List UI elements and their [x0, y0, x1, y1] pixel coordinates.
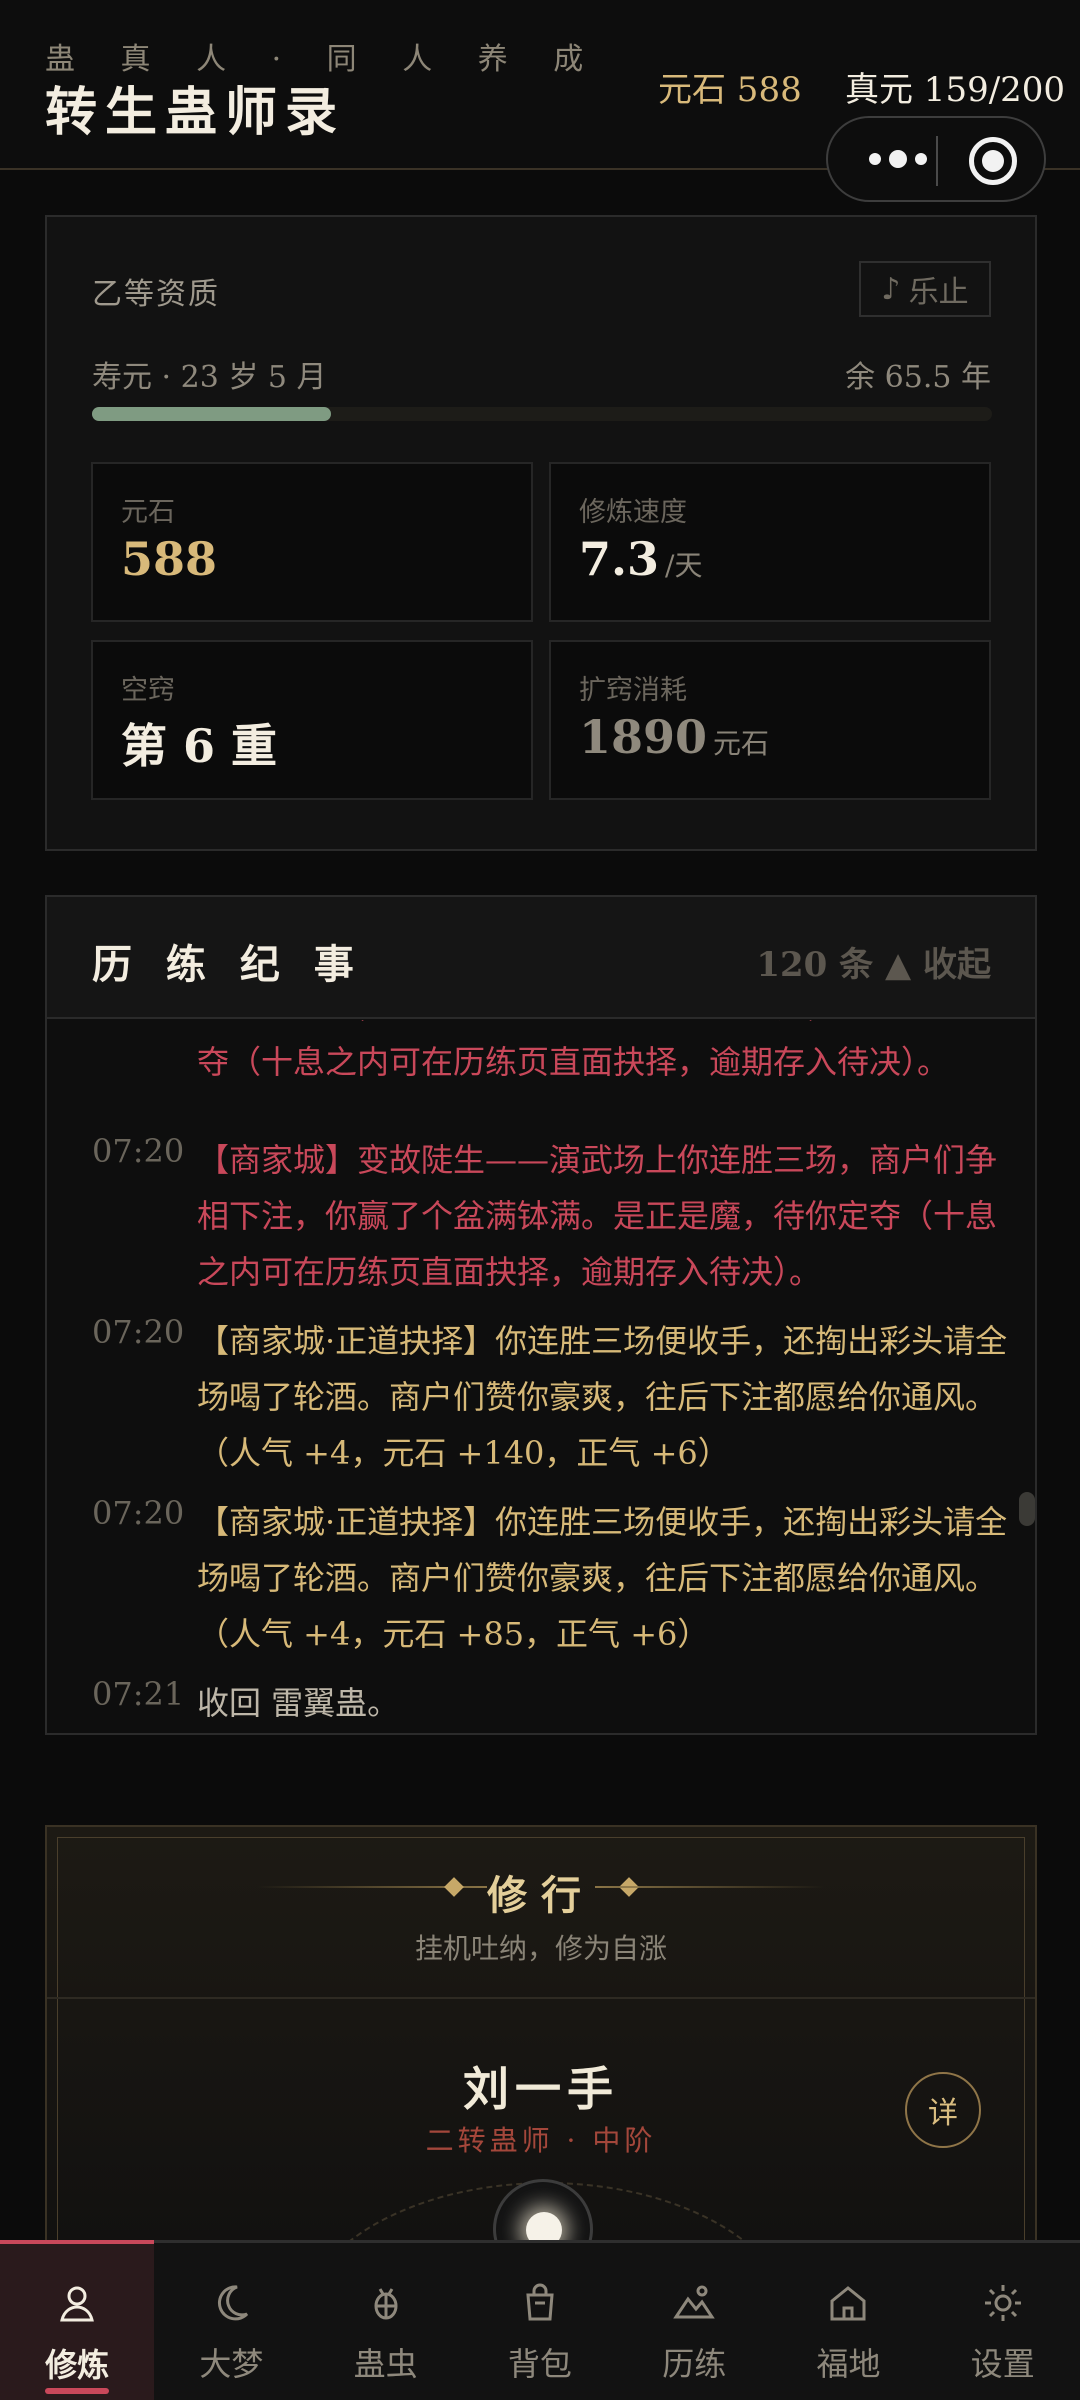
detail-button[interactable]: 详 — [905, 2072, 981, 2148]
stat-label: 空窍 — [121, 675, 175, 706]
gear-icon — [984, 2285, 1021, 2321]
music-button-label: 乐止 — [908, 275, 969, 310]
bottom-tab-bar: 修炼 大梦 蛊虫 背包 历练 福地 设置 — [0, 2240, 1080, 2400]
log-time: 07:20 — [92, 1132, 185, 1170]
tab-dream[interactable]: 大梦 — [154, 2243, 308, 2400]
status-card: 乙等资质 ♪ 乐止 寿元 · 23 岁 5 月 余 65.5 年 元石 588 … — [45, 215, 1037, 851]
tab-label: 修炼 — [45, 2346, 110, 2384]
stone-counter: 元石 588 — [658, 70, 802, 110]
bag-icon — [526, 2283, 554, 2321]
zhenyuan-counter: 真元 159/200 — [845, 70, 1066, 110]
log-text: 们争相下注，你赢了个盆满钵满。是正是魔，待你定夺（十息之内可在历练页直面抉择，逾… — [197, 1020, 950, 1081]
tab-label: 历练 — [662, 2345, 727, 2383]
stat-box-expand-cost[interactable]: 扩窍消耗 1890 元石 — [549, 640, 991, 800]
cultivation-card: 修行 挂机吐纳，修为自涨 刘一手 二转蛊师 · 中阶 详 — [45, 1825, 1037, 2245]
stat-box-stones: 元石 588 — [91, 462, 533, 622]
tab-label: 大梦 — [199, 2345, 264, 2383]
character-name: 刘一手 — [463, 2062, 619, 2116]
home-icon — [830, 2286, 866, 2321]
log-text: 【商家城·正道抉择】你连胜三场便收手，还掏出彩头请全场喝了轮酒。商户们赞你豪爽，… — [197, 1322, 1008, 1472]
mountain-icon — [673, 2285, 715, 2319]
log-scrollbar[interactable] — [1019, 1492, 1035, 1526]
tab-label: 背包 — [507, 2345, 572, 2383]
stat-value: 7.3/天 — [579, 532, 703, 586]
active-tab-indicator — [45, 2388, 109, 2394]
stat-box-speed: 修炼速度 7.3/天 — [549, 462, 991, 622]
miniapp-capsule — [826, 116, 1046, 202]
more-icon[interactable] — [858, 144, 938, 174]
stat-label: 元石 — [121, 497, 175, 528]
tab-settings[interactable]: 设置 — [926, 2243, 1080, 2400]
log-text: 【商家城】变故陡生——演武场上你连胜三场，商户们争相下注，你赢了个盆满钵满。是正… — [197, 1141, 998, 1291]
log-text: 收回 雷翼蛊。 — [197, 1684, 400, 1722]
log-header: 历 练 纪 事 120 条 ▲ 收起 — [47, 897, 1035, 1019]
tab-label: 蛊虫 — [353, 2345, 418, 2383]
tab-cultivate[interactable]: 修炼 — [0, 2240, 155, 2400]
moon-icon — [218, 2285, 249, 2321]
stat-value: 第 6 重 — [121, 719, 278, 773]
lifespan-progress-fill — [92, 407, 331, 421]
cultivation-title: 修行 — [487, 1872, 595, 1919]
log-time: 07:21 — [92, 1675, 185, 1713]
bug-icon — [374, 2288, 398, 2320]
tab-adventure[interactable]: 历练 — [617, 2243, 771, 2400]
log-text: 【商家城·正道抉择】你连胜三场便收手，还掏出彩头请全场喝了轮酒。商户们赞你豪爽，… — [197, 1503, 1008, 1653]
music-note-icon: ♪ — [881, 271, 901, 307]
cultivation-subtitle: 挂机吐纳，修为自涨 — [414, 1932, 667, 1965]
music-toggle-button[interactable]: ♪ 乐止 — [859, 261, 991, 317]
tab-label: 福地 — [816, 2345, 881, 2383]
stat-label: 修炼速度 — [579, 497, 687, 528]
tab-label: 设置 — [970, 2345, 1035, 2383]
stat-value: 1890 元石 — [579, 710, 770, 764]
app-title: 转生蛊师录 — [45, 82, 346, 143]
divider — [47, 1997, 1035, 1999]
log-scroll-area[interactable]: 们争相下注，你赢了个盆满钵满。是正是魔，待你定夺（十息之内可在历练页直面抉择，逾… — [47, 1020, 1035, 1733]
character-rank: 二转蛊师 · 中阶 — [425, 2124, 657, 2157]
remaining-lifespan: 余 65.5 年 — [845, 360, 991, 395]
capsule-divider — [936, 136, 938, 186]
log-collapse-toggle[interactable]: 120 条 ▲ 收起 — [756, 937, 991, 986]
close-miniapp-icon[interactable] — [969, 137, 1017, 185]
tab-bag[interactable]: 背包 — [463, 2243, 617, 2400]
stat-label: 扩窍消耗 — [579, 675, 687, 706]
log-title: 历 练 纪 事 — [92, 941, 364, 988]
lifespan-label: 寿元 · 23 岁 5 月 — [92, 360, 327, 395]
lifespan-progress-bar — [92, 407, 992, 421]
tab-blessed-land[interactable]: 福地 — [771, 2243, 925, 2400]
stat-value: 588 — [121, 532, 218, 586]
log-time: 07:20 — [92, 1313, 185, 1351]
tab-gu[interactable]: 蛊虫 — [309, 2243, 463, 2400]
quality-label: 乙等资质 — [92, 277, 220, 312]
person-icon — [60, 2286, 94, 2322]
log-time: 07:20 — [92, 1494, 185, 1532]
adventure-log-card: 历 练 纪 事 120 条 ▲ 收起 们争相下注，你赢了个盆满钵满。是正是魔，待… — [45, 895, 1037, 1735]
stat-box-aperture: 空窍 第 6 重 — [91, 640, 533, 800]
